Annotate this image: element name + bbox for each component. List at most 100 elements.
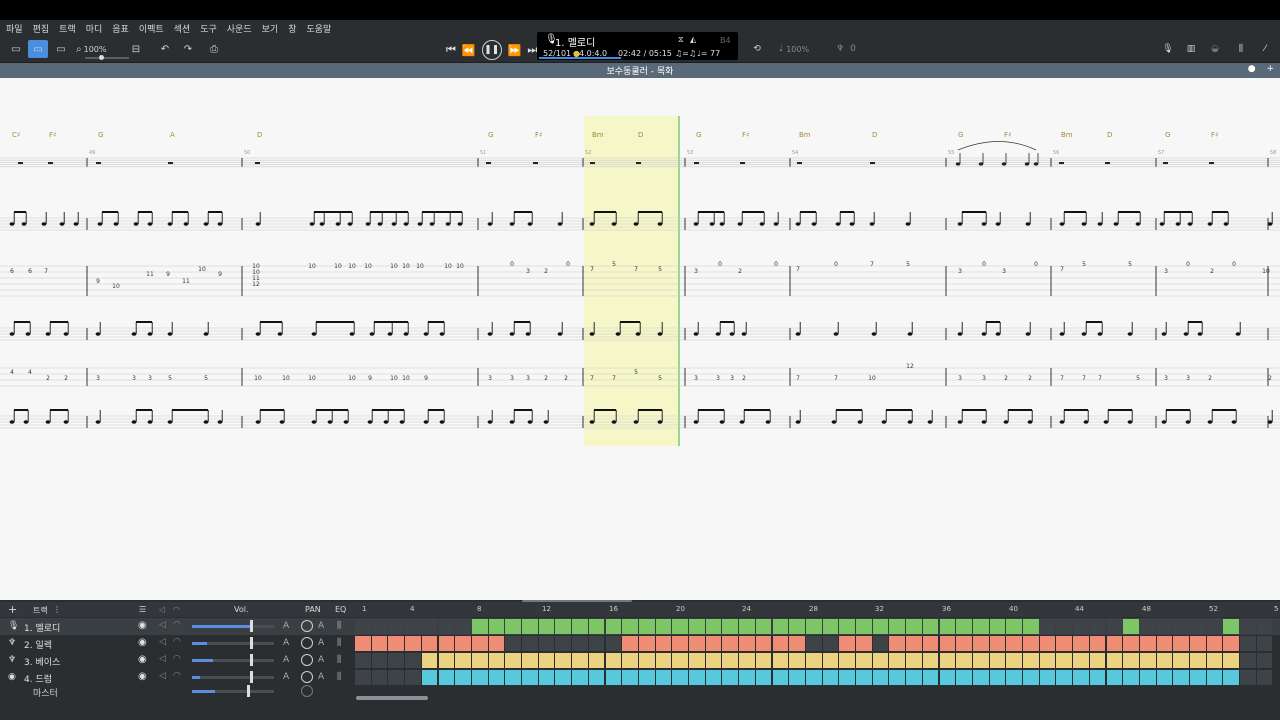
clip-bar[interactable] [739,653,755,668]
empty-bar-cell[interactable] [505,636,521,651]
clip-bar[interactable] [572,619,588,634]
clip-bar[interactable] [538,670,555,685]
empty-bar-cell[interactable] [1156,619,1173,634]
print-icon[interactable]: ⎙ [204,40,224,58]
drum-view-icon[interactable]: ◒ [1206,40,1224,58]
guitar-view-icon[interactable]: ⁄ [1256,40,1274,58]
clip-bar[interactable] [455,670,471,685]
pan-automation-icon[interactable]: A [318,638,324,648]
clip-bar[interactable] [1190,653,1206,668]
empty-bar-cell[interactable] [355,670,371,685]
empty-bar-cell[interactable] [388,619,405,634]
clip-bar[interactable] [1106,636,1123,651]
clip-bar[interactable] [722,619,739,634]
zoom-slider-handle[interactable] [99,55,104,60]
clip-bar[interactable] [972,653,989,668]
clip-bar[interactable] [922,653,939,668]
clip-bar[interactable] [1006,636,1022,651]
empty-bar-cell[interactable] [388,653,405,668]
clip-bar[interactable] [839,636,855,651]
clip-bar[interactable] [638,636,655,651]
clip-bar[interactable] [1023,670,1039,685]
clip-bar[interactable] [1123,653,1139,668]
eq-icon[interactable]: ⫼ [337,621,341,631]
clip-bar[interactable] [972,619,989,634]
clip-bar[interactable] [956,670,972,685]
clip-bar[interactable] [772,619,789,634]
clip-bar[interactable] [1056,653,1073,668]
clip-bar[interactable] [1173,653,1189,668]
score-view[interactable]: C♯ F♯ G A D G F♯ Bm D G F♯ Bm D G F♯ Bm D G F♯ 49 50 51 52 53 54… [0,78,1280,600]
empty-bar-cell[interactable] [1073,619,1089,634]
clip-bar[interactable] [689,636,705,651]
clip-bar[interactable] [1023,636,1039,651]
empty-bar-cell[interactable] [588,636,605,651]
clip-bar[interactable] [772,636,789,651]
clip-bar[interactable] [505,653,521,668]
clip-bar[interactable] [1206,653,1223,668]
clip-bar[interactable] [1139,636,1156,651]
clip-bar[interactable] [471,619,488,634]
clip-bar[interactable] [922,619,939,634]
track-row[interactable]: 🎙 1. 멜로디 ◉ ◁ ◠ A A ⫼ [0,618,1280,635]
pan-knob[interactable] [301,671,313,683]
clip-bar[interactable] [455,653,471,668]
clip-bar[interactable] [488,653,505,668]
empty-bar-cell[interactable] [355,619,371,634]
clip-bar[interactable] [689,653,705,668]
empty-bar-cell[interactable] [438,619,455,634]
solo-headphones-icon[interactable]: ◠ [173,637,181,647]
clip-bar[interactable] [1106,670,1123,685]
clip-bar[interactable] [939,619,956,634]
clip-bar[interactable] [388,636,405,651]
empty-bar-cell[interactable] [388,670,405,685]
visibility-eye-icon[interactable]: ◉ [138,671,147,682]
clip-bar[interactable] [1123,619,1139,634]
clip-bar[interactable] [889,636,906,651]
count-in-icon[interactable]: ◭ [690,35,696,44]
empty-bar-cell[interactable] [572,636,588,651]
clip-bar[interactable] [805,670,822,685]
clip-bar[interactable] [705,636,722,651]
clip-bar[interactable] [421,636,438,651]
piano-view-icon[interactable]: ▥ [1182,40,1200,58]
clip-bar[interactable] [555,670,572,685]
fretboard-icon[interactable]: ⫼ [1232,40,1250,58]
microphone-view-icon[interactable]: 🎙 [1160,40,1176,58]
clip-bar[interactable] [956,636,972,651]
visibility-eye-icon[interactable]: ◉ [138,637,147,648]
clip-bar[interactable] [1139,653,1156,668]
empty-bar-cell[interactable] [522,636,538,651]
clip-bar[interactable] [805,619,822,634]
menu-item-7[interactable]: 도구 [200,22,217,35]
clip-bar[interactable] [605,670,622,685]
clip-bar[interactable] [906,619,922,634]
clip-bar[interactable] [856,670,872,685]
solo-headphones-icon[interactable]: ◠ [173,671,181,681]
clip-bar[interactable] [939,653,956,668]
track-row[interactable]: ♆ 2. 일렉 ◉ ◁ ◠ A A ⫼ [0,635,1280,652]
clip-bar[interactable] [355,636,371,651]
menu-item-5[interactable]: 이펙트 [139,22,164,35]
volume-slider[interactable] [192,625,274,628]
clip-bar[interactable] [705,653,722,668]
empty-bar-cell[interactable] [1089,619,1106,634]
clip-bar[interactable] [722,636,739,651]
volume-handle[interactable] [250,620,253,632]
empty-bar-cell[interactable] [1256,619,1273,634]
clip-bar[interactable] [588,670,605,685]
mute-icon[interactable]: ◁ [159,654,166,664]
master-pan-knob[interactable] [301,685,313,697]
clip-bar[interactable] [555,653,572,668]
empty-bar-cell[interactable] [1039,619,1056,634]
empty-bar-cell[interactable] [1139,619,1156,634]
mute-icon[interactable]: ◁ [159,671,166,681]
volume-automation-icon[interactable]: A [283,621,289,631]
clip-bar[interactable] [522,619,538,634]
menu-item-1[interactable]: 편집 [33,22,50,35]
clip-bar[interactable] [956,619,972,634]
empty-bar-cell[interactable] [1240,670,1256,685]
clip-bar[interactable] [889,653,906,668]
clip-bar[interactable] [1173,636,1189,651]
clip-bar[interactable] [555,619,572,634]
